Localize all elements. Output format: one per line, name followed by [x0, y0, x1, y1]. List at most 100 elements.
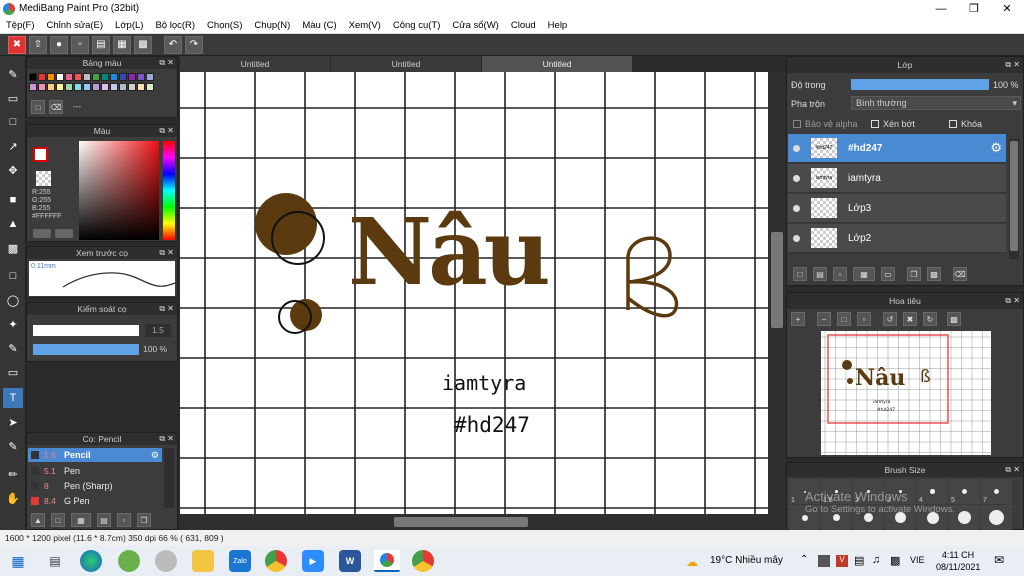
palette-swatch[interactable] [119, 73, 127, 81]
brush-copy-icon[interactable]: ❐ [137, 513, 151, 527]
visibility-eye-icon[interactable] [793, 234, 800, 242]
gradient-tool-icon[interactable]: ▩ [3, 238, 23, 258]
select-rect-tool-icon[interactable]: □ [3, 266, 23, 286]
blend-mode-select[interactable]: Bình thường ▾ [851, 96, 1021, 110]
layer-item-lop3[interactable]: Lớp3 [788, 194, 1006, 223]
brush-size-cell[interactable] [885, 505, 916, 530]
palette-swatch[interactable] [74, 73, 82, 81]
tab-untitled-1[interactable]: Untitled [180, 56, 330, 72]
canvas-horizontal-scrollbar[interactable] [180, 514, 786, 530]
rotate-left-icon[interactable]: ↺ [883, 312, 897, 326]
grid-icon[interactable]: ▩ [134, 35, 152, 54]
clock[interactable]: 4:11 CH 08/11/2021 [936, 549, 980, 573]
foreground-color-swatch[interactable] [33, 147, 48, 162]
brush-size-cell[interactable]: 3 [885, 479, 916, 504]
input-language[interactable]: VIE [910, 555, 925, 565]
panel-close-icon[interactable]: ⧉ ✕ [1005, 293, 1020, 309]
tab-untitled-2[interactable]: Untitled [331, 56, 481, 72]
menu-edit[interactable]: Chỉnh sửa(E) [41, 20, 110, 31]
chrome-icon[interactable] [265, 550, 287, 572]
zoom-in-icon[interactable]: + [791, 312, 805, 326]
brush-tool-icon[interactable]: ✎ [3, 64, 23, 84]
menu-select[interactable]: Chọn(S) [201, 20, 248, 31]
brush-size-cell[interactable] [917, 505, 948, 530]
brush-opacity-slider[interactable] [33, 344, 139, 355]
brush-folder-icon[interactable]: ▫ [117, 513, 131, 527]
maximize-button[interactable]: ❐ [957, 0, 991, 17]
palette-swatch[interactable] [146, 73, 154, 81]
palette-swatch[interactable] [101, 73, 109, 81]
brush-size-grid[interactable]: 1 1.5 2 3 4 5 7 [789, 479, 1019, 530]
bucket-tool-icon[interactable]: ▲ [3, 214, 23, 234]
wifi-icon[interactable]: ▤ [854, 554, 864, 567]
volume-icon[interactable]: ♫ [872, 554, 880, 566]
close-doc-icon[interactable]: ✖ [8, 35, 26, 54]
palette-swatch[interactable] [47, 83, 55, 91]
divide-tool-icon[interactable]: ✎ [3, 436, 23, 456]
add-layer-menu-icon[interactable]: ▦ [853, 267, 875, 281]
layer-list-scrollbar[interactable] [1009, 139, 1019, 259]
panel-close-icon[interactable]: ⧉ ✕ [159, 433, 174, 445]
file-explorer-icon[interactable] [192, 550, 214, 572]
task-view-icon[interactable]: ▤ [44, 550, 66, 572]
layer-opacity-slider[interactable] [851, 79, 989, 90]
brush-size-cell[interactable]: 5 [949, 479, 980, 504]
panel-close-icon[interactable]: ⧉ ✕ [159, 125, 174, 137]
palette-swatch[interactable] [92, 83, 100, 91]
brush-size-cell[interactable] [789, 505, 820, 530]
brush-item-pen[interactable]: 5.1 Pen [28, 464, 162, 478]
palette-swatch[interactable] [128, 83, 136, 91]
palette-swatch[interactable] [29, 73, 37, 81]
panel-close-icon[interactable]: ⧉ ✕ [159, 303, 174, 315]
new-brush-icon[interactable]: □ [51, 513, 65, 527]
lock-checkbox[interactable]: Khóa [949, 119, 982, 129]
undo-icon[interactable]: ↶ [164, 35, 182, 54]
palette-swatch[interactable] [128, 73, 136, 81]
new-8bit-layer-icon[interactable]: ▫ [833, 267, 847, 281]
layer-item-lop2[interactable]: Lớp2 [788, 224, 1006, 253]
palette-swatch[interactable] [110, 73, 118, 81]
menu-help[interactable]: Help [542, 20, 574, 31]
brush-size-cell[interactable] [853, 505, 884, 530]
fit-window-icon[interactable]: □ [837, 312, 851, 326]
select-eraser-tool-icon[interactable]: ▭ [3, 362, 23, 382]
menu-filter[interactable]: Bộ lọc(R) [149, 20, 201, 31]
brush-size-cell[interactable]: 1.5 [821, 479, 852, 504]
palette-swatch[interactable] [110, 83, 118, 91]
brush-item-pencil[interactable]: 1.5 Pencil ⚙ [28, 448, 162, 462]
brush-item-g-pen[interactable]: 8.4 G Pen [28, 494, 162, 508]
color-mode-button-2[interactable] [55, 229, 73, 238]
medibang-taskbar-icon[interactable] [374, 550, 400, 572]
shape-tool-icon[interactable]: □ [3, 112, 23, 132]
zalo-icon[interactable]: Zalo [229, 550, 251, 572]
palette-swatch[interactable] [101, 83, 109, 91]
tray-chevron-up-icon[interactable]: ⌃ [800, 554, 808, 565]
palette-swatch[interactable] [47, 73, 55, 81]
menu-layer[interactable]: Lớp(L) [109, 20, 149, 31]
app-icon-green[interactable] [118, 550, 140, 572]
eyedropper-tool-icon[interactable]: ✏ [3, 464, 23, 484]
panel-close-icon[interactable]: ⧉ ✕ [1005, 463, 1020, 477]
word-icon[interactable]: W [339, 550, 361, 572]
brush-doc-icon[interactable]: ▤ [97, 513, 111, 527]
message-icon[interactable]: ▫ [71, 35, 89, 54]
lasso-tool-icon[interactable]: ◯ [3, 290, 23, 310]
merge-layer-icon[interactable]: ▩ [927, 267, 941, 281]
edge-browser-icon[interactable] [80, 550, 102, 572]
chrome-icon-2[interactable] [412, 550, 434, 572]
clipping-checkbox[interactable]: Xén bớt [871, 119, 915, 129]
dot-tool-icon[interactable]: ↗ [3, 136, 23, 156]
color-mode-button[interactable] [33, 229, 51, 238]
menu-cloud[interactable]: Cloud [505, 20, 542, 31]
menu-tools[interactable]: Công cụ(T) [387, 20, 447, 31]
zoom-out-icon[interactable]: − [817, 312, 831, 326]
new-folder-icon[interactable]: ▭ [881, 267, 895, 281]
canvas-area[interactable]: Nâu iamtyra #hd247 [180, 72, 786, 518]
comment-icon[interactable]: ● [50, 35, 68, 54]
add-brush-icon[interactable]: ▲ [31, 513, 45, 527]
reset-rotation-icon[interactable]: ✖ [903, 312, 917, 326]
menu-snap[interactable]: Chụp(N) [248, 20, 296, 31]
brush-size-cell[interactable] [821, 505, 852, 530]
actual-size-icon[interactable]: ▫ [857, 312, 871, 326]
text-tool-icon[interactable]: T [3, 388, 23, 408]
